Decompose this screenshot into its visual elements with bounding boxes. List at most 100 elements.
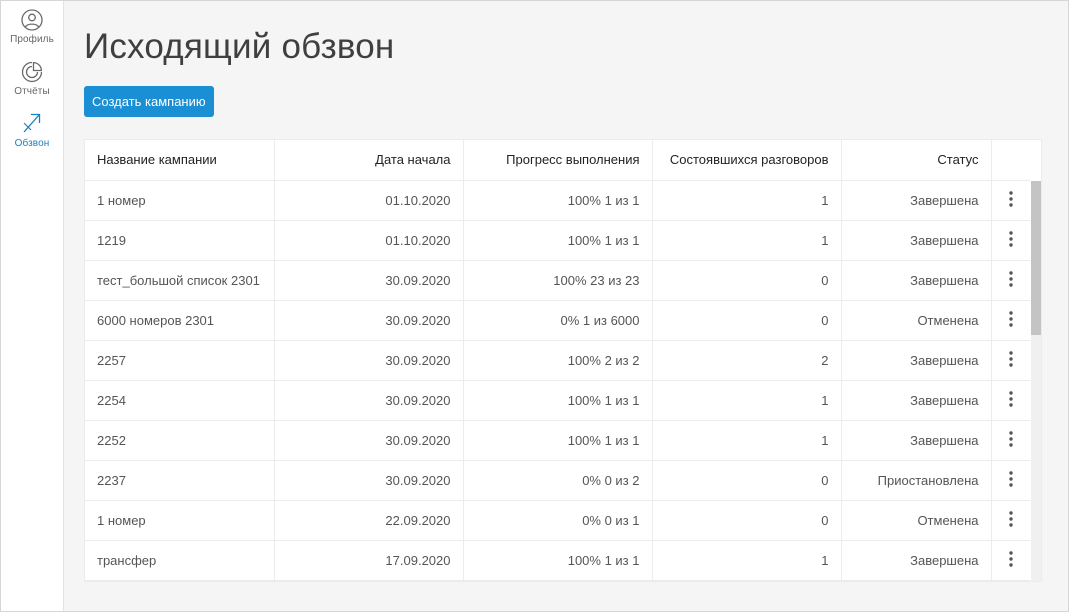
page-title: Исходящий обзвон (84, 27, 395, 66)
table-row[interactable]: 2252 30.09.2020 100% 1 из 1 1 Завершена (85, 420, 1030, 461)
campaign-start-date: 30.09.2020 (274, 300, 464, 341)
campaign-calls-count: 0 (652, 260, 842, 301)
campaign-calls-count: 1 (652, 180, 842, 221)
campaign-status: Отменена (841, 500, 992, 541)
sidebar-item-label: Отчёты (14, 86, 50, 97)
row-actions-cell (991, 540, 1030, 581)
table-row[interactable]: 1219 01.10.2020 100% 1 из 1 1 Завершена (85, 220, 1030, 261)
row-actions-cell (991, 460, 1030, 501)
table-row[interactable]: 1 номер 01.10.2020 100% 1 из 1 1 Заверше… (85, 180, 1030, 221)
campaigns-table: Название кампании Дата начала Прогресс в… (85, 140, 1030, 581)
campaign-progress: 100% 23 из 23 (463, 260, 653, 301)
row-actions-cell (991, 380, 1030, 421)
column-header-name[interactable]: Название кампании (85, 140, 275, 181)
main-content: Исходящий обзвон Создать кампанию Назван… (64, 1, 1068, 611)
campaign-status: Завершена (841, 180, 992, 221)
campaign-name: тест_большой список 2301 (85, 260, 275, 301)
sidebar-item-label: Обзвон (14, 138, 50, 149)
user-icon (21, 9, 43, 31)
table-row[interactable]: тест_большой список 2301 30.09.2020 100%… (85, 260, 1030, 301)
campaign-progress: 100% 2 из 2 (463, 340, 653, 381)
table-row[interactable]: 2257 30.09.2020 100% 2 из 2 2 Завершена (85, 340, 1030, 381)
campaign-calls-count: 1 (652, 540, 842, 581)
campaign-progress: 0% 0 из 1 (463, 500, 653, 541)
table-body: 1 номер 01.10.2020 100% 1 из 1 1 Заверше… (85, 180, 1030, 581)
campaign-progress: 100% 1 из 1 (463, 540, 653, 581)
row-actions-cell (991, 420, 1030, 461)
more-vertical-icon[interactable] (1009, 310, 1013, 330)
more-vertical-icon[interactable] (1009, 470, 1013, 490)
campaign-name: 6000 номеров 2301 (85, 300, 275, 341)
table-header-row: Название кампании Дата начала Прогресс в… (85, 140, 1030, 181)
campaign-status: Отменена (841, 300, 992, 341)
campaign-calls-count: 1 (652, 420, 842, 461)
campaign-progress: 0% 1 из 6000 (463, 300, 653, 341)
column-header-date[interactable]: Дата начала (274, 140, 464, 181)
campaign-calls-count: 2 (652, 340, 842, 381)
campaign-progress: 100% 1 из 1 (463, 180, 653, 221)
campaign-name: 2237 (85, 460, 275, 501)
sidebar: Профиль Отчёты Обзвон (1, 1, 64, 611)
table-row[interactable]: 2254 30.09.2020 100% 1 из 1 1 Завершена (85, 380, 1030, 421)
campaign-status: Приостановлена (841, 460, 992, 501)
sidebar-item-reports[interactable]: Отчёты (1, 61, 63, 97)
more-vertical-icon[interactable] (1009, 430, 1013, 450)
sidebar-item-label: Профиль (10, 34, 54, 45)
campaign-status: Завершена (841, 340, 992, 381)
campaign-calls-count: 1 (652, 220, 842, 261)
create-campaign-button[interactable]: Создать кампанию (84, 86, 214, 117)
campaign-calls-count: 0 (652, 300, 842, 341)
outgoing-call-icon (23, 113, 41, 133)
campaign-start-date: 30.09.2020 (274, 460, 464, 501)
more-vertical-icon[interactable] (1009, 550, 1013, 570)
more-vertical-icon[interactable] (1009, 230, 1013, 250)
table-row[interactable]: 1 номер 22.09.2020 0% 0 из 1 0 Отменена (85, 500, 1030, 541)
row-actions-cell (991, 260, 1030, 301)
column-header-status[interactable]: Статус (841, 140, 992, 181)
row-actions-cell (991, 300, 1030, 341)
campaign-name: 1 номер (85, 180, 275, 221)
campaign-start-date: 22.09.2020 (274, 500, 464, 541)
table-row[interactable]: трансфер 17.09.2020 100% 1 из 1 1 Заверш… (85, 540, 1030, 581)
campaign-calls-count: 0 (652, 500, 842, 541)
campaign-status: Завершена (841, 540, 992, 581)
more-vertical-icon[interactable] (1009, 390, 1013, 410)
campaign-calls-count: 1 (652, 380, 842, 421)
row-actions-cell (991, 180, 1030, 221)
campaign-status: Завершена (841, 420, 992, 461)
campaign-progress: 100% 1 из 1 (463, 220, 653, 261)
table-scrollbar[interactable] (1031, 181, 1041, 581)
campaign-progress: 100% 1 из 1 (463, 380, 653, 421)
scrollbar-thumb[interactable] (1031, 181, 1041, 335)
campaign-progress: 100% 1 из 1 (463, 420, 653, 461)
app-window: Профиль Отчёты Обзвон Исходящий обзвон С… (0, 0, 1069, 612)
more-vertical-icon[interactable] (1009, 510, 1013, 530)
more-vertical-icon[interactable] (1009, 350, 1013, 370)
campaign-calls-count: 0 (652, 460, 842, 501)
campaign-name: трансфер (85, 540, 275, 581)
table-row[interactable]: 6000 номеров 2301 30.09.2020 0% 1 из 600… (85, 300, 1030, 341)
table-row[interactable]: 2237 30.09.2020 0% 0 из 2 0 Приостановле… (85, 460, 1030, 501)
campaign-name: 1219 (85, 220, 275, 261)
campaign-start-date: 30.09.2020 (274, 260, 464, 301)
column-header-progress[interactable]: Прогресс выполнения (463, 140, 653, 181)
campaign-progress: 0% 0 из 2 (463, 460, 653, 501)
campaign-status: Завершена (841, 260, 992, 301)
campaign-start-date: 30.09.2020 (274, 420, 464, 461)
column-header-calls[interactable]: Состоявшихся разговоров (652, 140, 842, 181)
row-actions-cell (991, 500, 1030, 541)
column-header-actions (991, 140, 1030, 181)
more-vertical-icon[interactable] (1009, 270, 1013, 290)
campaign-start-date: 01.10.2020 (274, 220, 464, 261)
campaign-status: Завершена (841, 220, 992, 261)
campaign-name: 2252 (85, 420, 275, 461)
campaign-status: Завершена (841, 380, 992, 421)
campaign-start-date: 30.09.2020 (274, 380, 464, 421)
more-vertical-icon[interactable] (1009, 190, 1013, 210)
sidebar-item-profile[interactable]: Профиль (1, 9, 63, 45)
campaign-start-date: 01.10.2020 (274, 180, 464, 221)
pie-chart-icon (21, 61, 43, 83)
campaign-start-date: 17.09.2020 (274, 540, 464, 581)
campaign-name: 1 номер (85, 500, 275, 541)
sidebar-item-dialer[interactable]: Обзвон (1, 111, 63, 149)
